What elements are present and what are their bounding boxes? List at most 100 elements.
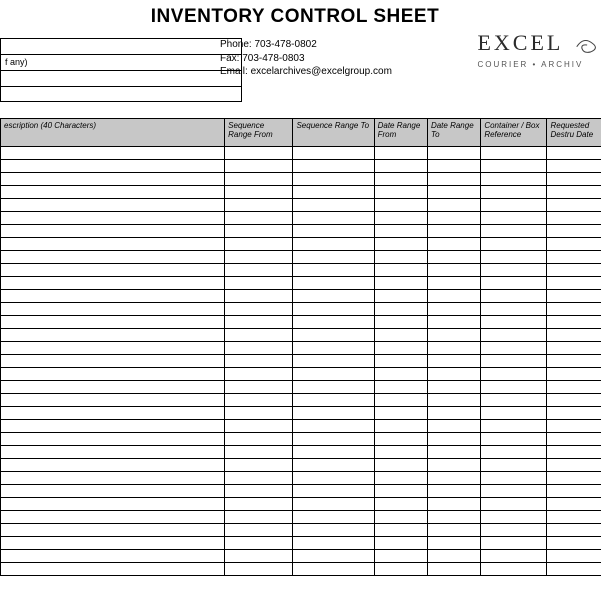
table-cell — [427, 290, 480, 303]
table-row — [1, 472, 601, 485]
table-cell — [427, 446, 480, 459]
table-cell — [427, 420, 480, 433]
table-cell — [547, 472, 601, 485]
table-cell — [427, 524, 480, 537]
table-cell — [481, 537, 547, 550]
table-cell — [427, 381, 480, 394]
table-cell — [225, 277, 293, 290]
table-row — [1, 433, 601, 446]
table-cell — [374, 368, 427, 381]
table-cell — [293, 290, 374, 303]
table-cell — [1, 251, 225, 264]
table-cell — [481, 407, 547, 420]
table-cell — [427, 485, 480, 498]
table-cell — [293, 368, 374, 381]
contact-block: Phone: 703-478-0802 Fax: 703-478-0803 Em… — [220, 38, 490, 79]
table-cell — [293, 498, 374, 511]
table-cell — [225, 563, 293, 576]
table-cell — [547, 368, 601, 381]
table-cell — [547, 420, 601, 433]
table-cell — [374, 433, 427, 446]
table-cell — [225, 225, 293, 238]
fax-line: Fax: 703-478-0803 — [220, 52, 490, 66]
table-cell — [481, 511, 547, 524]
table-cell — [481, 446, 547, 459]
table-cell — [293, 329, 374, 342]
table-cell — [225, 511, 293, 524]
table-cell — [1, 329, 225, 342]
table-cell — [1, 420, 225, 433]
info-row — [0, 86, 242, 102]
table-cell — [547, 407, 601, 420]
table-cell — [547, 147, 601, 160]
table-cell — [481, 316, 547, 329]
table-cell — [427, 394, 480, 407]
table-cell — [1, 368, 225, 381]
table-cell — [481, 290, 547, 303]
table-cell — [481, 251, 547, 264]
table-cell — [293, 342, 374, 355]
table-cell — [293, 472, 374, 485]
table-row — [1, 212, 601, 225]
table-cell — [427, 472, 480, 485]
table-cell — [293, 316, 374, 329]
table-cell — [293, 173, 374, 186]
info-row — [0, 70, 242, 86]
table-cell — [481, 485, 547, 498]
table-cell — [1, 537, 225, 550]
table-cell — [427, 303, 480, 316]
table-cell — [427, 316, 480, 329]
table-cell — [547, 537, 601, 550]
table-cell — [1, 446, 225, 459]
table-cell — [225, 147, 293, 160]
info-box: f any) — [0, 38, 242, 102]
table-row — [1, 329, 601, 342]
table-cell — [374, 225, 427, 238]
table-row — [1, 459, 601, 472]
table-cell — [1, 459, 225, 472]
inventory-control-sheet: INVENTORY CONTROL SHEET f any) Phone: 70… — [0, 0, 601, 576]
table-cell — [427, 498, 480, 511]
table-cell — [1, 563, 225, 576]
table-cell — [1, 407, 225, 420]
table-cell — [225, 160, 293, 173]
table-cell — [293, 550, 374, 563]
table-row — [1, 251, 601, 264]
table-row — [1, 498, 601, 511]
table-row — [1, 277, 601, 290]
table-cell — [547, 498, 601, 511]
table-cell — [1, 381, 225, 394]
table-row — [1, 173, 601, 186]
table-cell — [547, 550, 601, 563]
table-cell — [225, 212, 293, 225]
table-cell — [427, 147, 480, 160]
table-cell — [225, 290, 293, 303]
table-cell — [293, 277, 374, 290]
table-row — [1, 199, 601, 212]
table-cell — [481, 381, 547, 394]
table-cell — [225, 355, 293, 368]
info-row — [0, 38, 242, 54]
table-row — [1, 290, 601, 303]
table-cell — [293, 511, 374, 524]
table-cell — [547, 459, 601, 472]
table-cell — [481, 329, 547, 342]
table-cell — [1, 290, 225, 303]
table-cell — [1, 173, 225, 186]
email-value: excelarchives@excelgroup.com — [251, 66, 392, 77]
table-cell — [293, 407, 374, 420]
table-cell — [374, 264, 427, 277]
table-cell — [547, 355, 601, 368]
table-cell — [427, 563, 480, 576]
table-cell — [374, 303, 427, 316]
table-cell — [225, 446, 293, 459]
col-date-to: Date Range To — [427, 119, 480, 147]
table-cell — [547, 316, 601, 329]
table-cell — [427, 433, 480, 446]
table-cell — [225, 459, 293, 472]
table-cell — [1, 511, 225, 524]
page-title: INVENTORY CONTROL SHEET — [130, 6, 460, 28]
table-cell — [547, 225, 601, 238]
table-cell — [427, 368, 480, 381]
table-row — [1, 563, 601, 576]
